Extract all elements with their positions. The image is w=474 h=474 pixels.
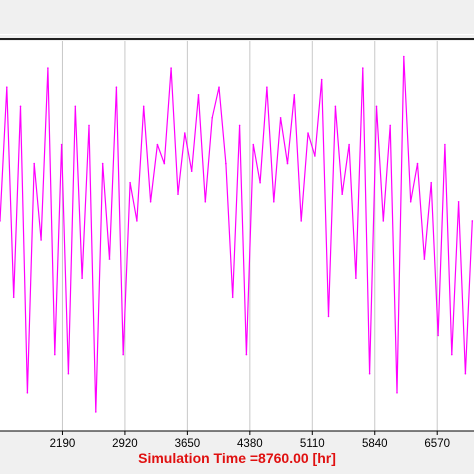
data-point (334, 105, 337, 108)
data-point (177, 193, 179, 195)
data-point (348, 143, 350, 146)
data-point (266, 86, 268, 88)
data-point (457, 201, 460, 203)
data-point (307, 132, 309, 134)
data-point (19, 105, 22, 108)
chart-plot-area: 2190 2920 3650 4380 5110 5840 6570 (0, 41, 474, 450)
data-point (327, 315, 330, 318)
data-point (423, 258, 426, 260)
data-point (320, 78, 323, 81)
data-point (355, 277, 357, 280)
data-point (197, 94, 200, 96)
data-point (190, 170, 193, 172)
data-point (252, 143, 255, 146)
data-point (300, 220, 303, 222)
data-point (286, 162, 289, 165)
data-point (6, 86, 8, 88)
data-point (88, 124, 90, 127)
data-point (204, 201, 207, 203)
data-point (464, 372, 467, 375)
data-point (54, 353, 56, 356)
data-point (382, 220, 385, 222)
data-point (211, 117, 213, 119)
data-point (368, 372, 371, 375)
data-point (389, 124, 392, 127)
data-point (437, 334, 439, 337)
data-point (451, 353, 453, 356)
data-point (47, 67, 49, 69)
data-point (293, 94, 296, 96)
data-point (122, 353, 124, 356)
data-point (444, 143, 446, 146)
data-point (231, 296, 234, 299)
data-point (170, 67, 172, 69)
chart-window: 2190 2920 3650 4380 5110 5840 6570 Simulation … (0, 0, 474, 474)
data-point (95, 411, 97, 413)
data-point (396, 392, 398, 394)
data-point (12, 296, 15, 299)
data-point (184, 132, 186, 134)
data-point (375, 105, 378, 108)
data-point (101, 162, 104, 165)
data-point (33, 162, 35, 165)
data-point (416, 162, 419, 165)
data-point (81, 277, 83, 280)
data-point (115, 86, 118, 88)
data-point (362, 67, 364, 69)
data-point (238, 124, 241, 127)
data-point (26, 392, 29, 394)
data-point (67, 372, 70, 375)
data-point (409, 201, 412, 203)
data-point (129, 181, 131, 184)
data-point (259, 181, 261, 184)
data-point (341, 193, 344, 195)
data-point (314, 155, 316, 157)
data-point (279, 117, 282, 119)
data-point (218, 86, 220, 88)
data-point (60, 143, 63, 146)
data-point (108, 258, 111, 260)
data-point (245, 353, 248, 356)
data-point (430, 181, 433, 184)
data-point (149, 201, 152, 203)
data-point (40, 239, 42, 241)
data-point (136, 220, 138, 222)
data-point (142, 105, 145, 108)
data-point (471, 220, 474, 222)
data-point (225, 162, 227, 165)
simulation-time-label: Simulation Time =8760.00 [hr] (138, 450, 336, 466)
data-point (273, 201, 275, 203)
data-point (156, 143, 159, 146)
data-point (163, 162, 166, 165)
data-point (403, 55, 405, 58)
data-point (74, 105, 77, 108)
